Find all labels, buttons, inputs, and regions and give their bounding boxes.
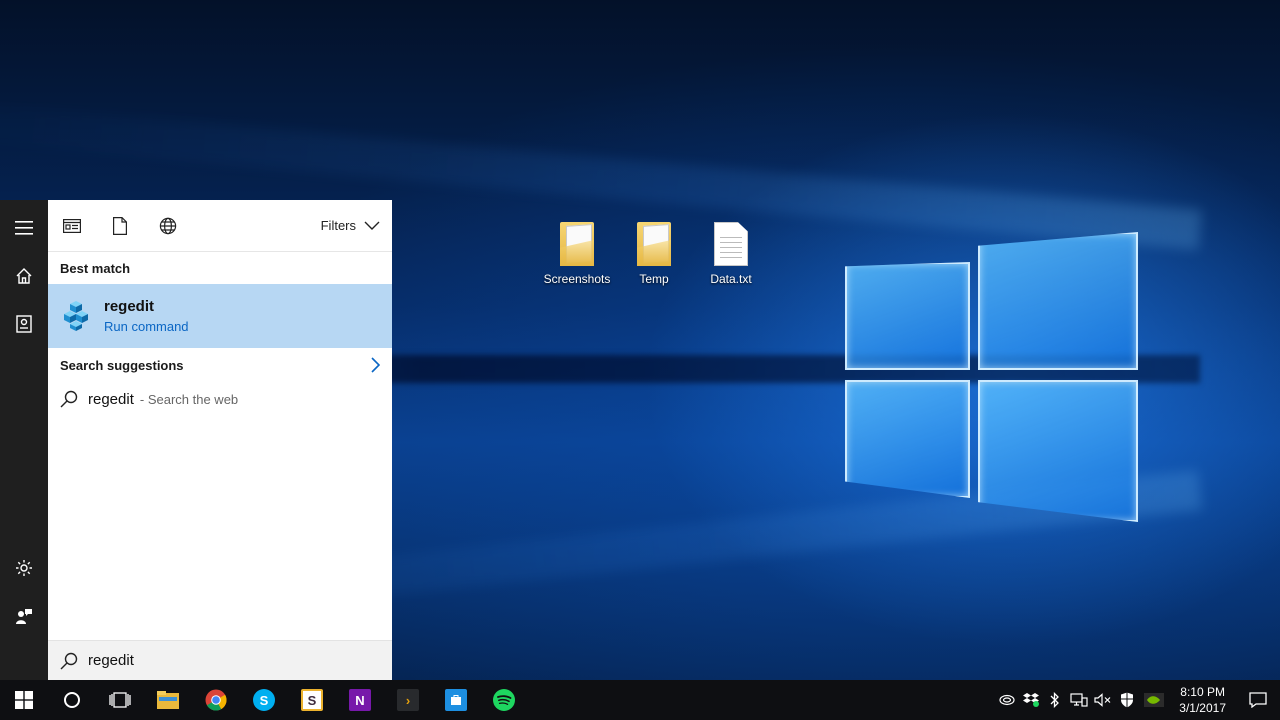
desktop-icon-data-txt[interactable]: Data.txt [694,222,768,286]
onedrive-sync-icon [999,694,1015,706]
spotify-icon [493,689,515,711]
desktop-icon-label: Temp [639,272,669,286]
taskbar: S S N › 8:10 PM 3/1/2017 [0,680,1280,720]
documents-filter-button[interactable] [108,214,132,238]
onenote-icon: N [349,689,371,711]
desktop-icon-screenshots[interactable]: Screenshots [540,222,614,286]
nvidia-icon [1144,693,1165,707]
tray-item[interactable] [1091,680,1115,720]
start-button[interactable] [0,680,48,720]
windows-logo-pane [845,380,970,498]
regedit-cubes-icon [64,301,88,331]
chevron-right-icon [371,357,380,373]
hamburger-menu-button[interactable] [0,204,48,252]
chrome-button[interactable] [192,680,240,720]
apps-filter-icon [63,218,81,233]
action-center-button[interactable] [1236,680,1280,720]
task-view-button[interactable] [96,680,144,720]
settings-button[interactable] [0,544,48,592]
search-input[interactable] [88,652,368,669]
search-box [48,640,392,680]
feedback-button[interactable] [0,592,48,640]
windows-logo-pane [978,232,1138,370]
spotify-button[interactable] [480,680,528,720]
filters-label: Filters [320,218,356,233]
text-file-icon [714,222,748,266]
chrome-icon [205,689,227,711]
home-button[interactable] [0,252,48,300]
filters-dropdown[interactable]: Filters [321,218,380,233]
tray-item[interactable] [1043,680,1067,720]
file-explorer-button[interactable] [144,680,192,720]
network-icon [1070,693,1088,707]
start-left-rail [0,200,48,680]
home-icon [16,268,32,284]
skype-button[interactable]: S [240,680,288,720]
onenote-button[interactable]: N [336,680,384,720]
desktop-icon-temp[interactable]: Temp [617,222,691,286]
plex-button[interactable]: › [384,680,432,720]
clock-time: 8:10 PM [1180,685,1225,699]
hamburger-menu-icon [15,221,33,235]
bluetooth-icon [1050,692,1060,708]
dropbox-icon [1023,693,1040,707]
tray-item[interactable] [1019,680,1043,720]
store-icon [445,689,467,711]
search-suggestion-item[interactable]: regedit - Search the web [48,382,392,416]
file-explorer-icon [157,691,179,709]
slack-button[interactable]: S [288,680,336,720]
tray-item[interactable] [1115,680,1139,720]
clock-date: 3/1/2017 [1179,701,1226,715]
search-results-panel: Filters Best match regedit Run command S… [48,200,392,680]
search-suggestions-label: Search suggestions [60,357,184,373]
search-suggestions-heading[interactable]: Search suggestions [48,348,392,382]
tray-item[interactable] [1139,680,1169,720]
best-match-title: regedit [104,298,155,315]
tray-item[interactable] [995,680,1019,720]
desktop-icon-label: Screenshots [543,272,611,286]
search-panel-header: Filters [48,200,392,252]
suggestion-query: regedit [88,390,134,408]
windows-logo-pane [978,380,1138,522]
cortana-button[interactable] [48,680,96,720]
tray-item[interactable] [1067,680,1091,720]
taskbar-clock[interactable]: 8:10 PM 3/1/2017 [1169,684,1236,716]
chevron-down-icon [364,221,380,230]
store-button[interactable] [432,680,480,720]
notebook-icon [16,315,32,333]
skype-icon: S [253,689,275,711]
slack-icon: S [301,689,323,711]
search-icon [60,390,78,408]
apps-filter-button[interactable] [60,214,84,238]
suggestion-suffix: - Search the web [139,391,239,407]
best-match-heading: Best match [60,260,131,276]
windows-start-icon [15,691,33,709]
feedback-icon [16,609,32,624]
best-match-result[interactable]: regedit Run command [48,284,392,348]
windows-defender-shield-icon [1121,692,1134,708]
notification-icon [1249,692,1267,708]
web-filter-button[interactable] [156,214,180,238]
task-view-icon [109,692,131,708]
notebook-button[interactable] [0,300,48,348]
folder-icon [560,222,594,266]
documents-filter-icon [113,216,127,235]
best-match-subtitle: Run command [104,319,189,334]
search-icon [60,652,78,669]
system-tray: 8:10 PM 3/1/2017 [995,680,1280,720]
desktop-icon-label: Data.txt [710,272,752,286]
folder-icon [637,222,671,266]
cortana-icon [64,692,80,708]
plex-icon: › [397,689,419,711]
windows-logo-pane [845,262,970,370]
web-filter-icon [159,217,177,234]
volume-muted-icon [1094,693,1111,707]
settings-gear-icon [16,560,32,576]
